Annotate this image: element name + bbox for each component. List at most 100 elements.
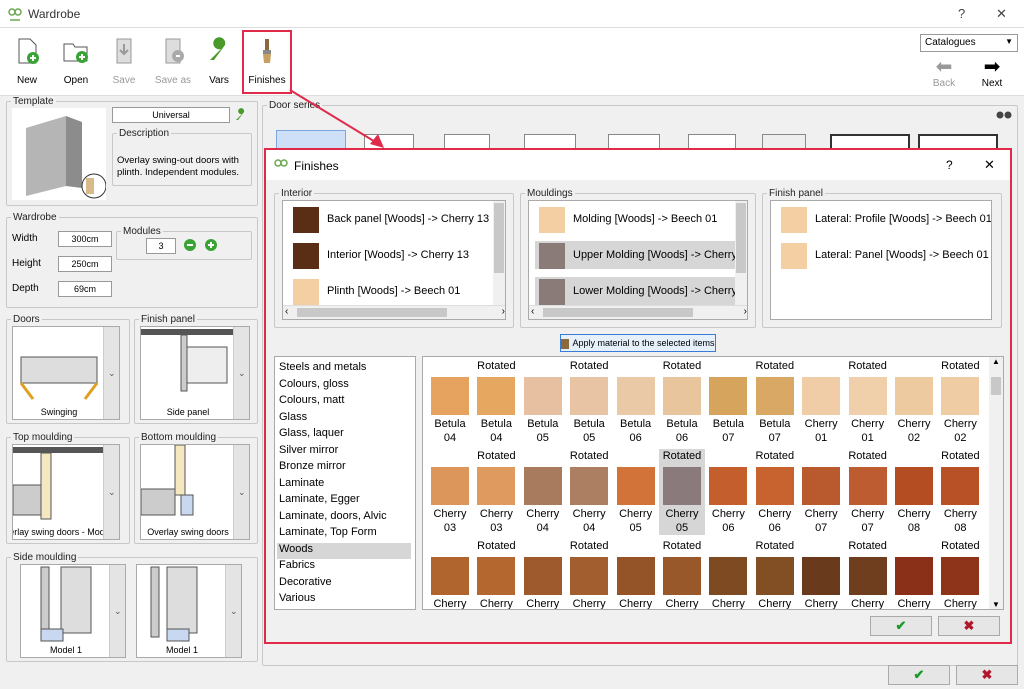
finish-panel-dropdown[interactable]: ⌄ [233, 327, 249, 419]
material-tile[interactable]: Cherry 08 [891, 449, 937, 535]
material-tile[interactable]: Rotated Cherry 03 [473, 449, 519, 535]
modules-field[interactable]: 3 [146, 238, 176, 254]
material-tile[interactable]: Betula 04 [427, 359, 473, 445]
vertical-scrollbar[interactable] [735, 201, 747, 307]
material-tile[interactable]: Rotated Betula 05 [566, 359, 612, 445]
material-tile[interactable]: Rotated Cherry [659, 539, 705, 609]
mouldings-item[interactable]: Lower Molding [Woods] -> Cherry [535, 277, 747, 305]
help-button[interactable]: ? [958, 6, 965, 21]
material-tile[interactable]: Rotated Cherry 06 [752, 449, 798, 535]
material-tile[interactable]: Cherry 06 [705, 449, 751, 535]
side-moulding-left-selector[interactable]: Model 1 ⌄ [20, 564, 126, 658]
category-item[interactable]: Glass, laquer [277, 427, 411, 443]
vertical-scrollbar[interactable] [493, 201, 505, 307]
category-item[interactable]: Woods [277, 542, 411, 559]
material-tile[interactable]: Cherry [427, 539, 473, 609]
template-preview[interactable] [12, 108, 106, 200]
material-tile[interactable]: Rotated Cherry [473, 539, 519, 609]
material-tile[interactable]: Cherry [613, 539, 659, 609]
finish-panel-item[interactable]: Lateral: Panel [Woods] -> Beech 01 [777, 241, 991, 269]
open-button[interactable]: Open [53, 34, 99, 94]
doors-dropdown[interactable]: ⌄ [103, 327, 119, 419]
apply-material-button[interactable]: Apply material to the selected items [560, 334, 716, 352]
material-tile[interactable]: Cherry 05 [613, 449, 659, 535]
ok-button[interactable]: ✔ [888, 665, 950, 685]
material-tile[interactable]: Cherry [520, 539, 566, 609]
catalogues-select[interactable]: Catalogues ▼ [920, 34, 1018, 52]
horizontal-scrollbar[interactable]: ‹ › [529, 305, 747, 319]
template-settings-wrench-icon[interactable] [234, 108, 248, 122]
material-tile[interactable]: Rotated Cherry [845, 539, 891, 609]
material-tile[interactable]: Rotated Cherry [566, 539, 612, 609]
vars-button[interactable]: Vars [196, 34, 242, 94]
material-tile[interactable]: Rotated Betula 04 [473, 359, 519, 445]
doors-selector[interactable]: Swinging ⌄ [12, 326, 120, 420]
material-tile[interactable]: Cherry [705, 539, 751, 609]
top-moulding-dropdown[interactable]: ⌄ [103, 445, 119, 539]
category-item[interactable]: Glass [277, 411, 411, 427]
vertical-scrollbar[interactable]: ▲ ▼ [989, 357, 1003, 609]
category-item[interactable]: Colours, matt [277, 394, 411, 410]
material-tile[interactable]: Cherry 03 [427, 449, 473, 535]
finishes-help-button[interactable]: ? [946, 158, 953, 172]
mouldings-item[interactable]: Upper Molding [Woods] -> Cherry [535, 241, 747, 269]
minus-icon[interactable] [183, 238, 197, 252]
material-tile[interactable]: Rotated Cherry 02 [937, 359, 983, 445]
category-item[interactable]: Laminate, Top Form [277, 526, 411, 542]
material-tile[interactable]: Cherry 02 [891, 359, 937, 445]
depth-field[interactable]: 69cm [58, 281, 112, 297]
side-moulding-right-dropdown[interactable]: ⌄ [225, 565, 241, 657]
material-tile[interactable]: Rotated Cherry 04 [566, 449, 612, 535]
back-button[interactable]: ⬅ Back [926, 56, 962, 89]
finishes-ok-button[interactable]: ✔ [870, 616, 932, 636]
horizontal-scrollbar[interactable]: ‹ › [283, 305, 505, 319]
material-tile[interactable]: Betula 06 [613, 359, 659, 445]
category-item[interactable]: Laminate, doors, Alvic [277, 510, 411, 526]
binoculars-icon[interactable] [996, 108, 1012, 120]
material-tile[interactable]: Rotated Cherry 05 [659, 449, 705, 535]
template-name-field[interactable]: Universal [112, 107, 230, 123]
finish-panel-item[interactable]: Lateral: Profile [Woods] -> Beech 01 [777, 205, 991, 233]
material-tile[interactable]: Rotated Betula 07 [752, 359, 798, 445]
close-button[interactable]: ✕ [996, 6, 1007, 22]
bottom-moulding-selector[interactable]: Overlay swing doors ⌄ [140, 444, 250, 540]
category-item[interactable]: Various [277, 592, 411, 608]
material-tile[interactable]: Betula 07 [705, 359, 751, 445]
save-button[interactable]: Save [101, 34, 147, 94]
finishes-button[interactable]: Finishes [242, 30, 292, 94]
category-item[interactable]: Fabrics [277, 559, 411, 575]
new-button[interactable]: New [4, 34, 50, 94]
material-tile[interactable]: Rotated Cherry 07 [845, 449, 891, 535]
interior-item[interactable]: Plinth [Woods] -> Beech 01 [289, 277, 505, 305]
category-item[interactable]: Colours, gloss [277, 378, 411, 394]
cancel-button[interactable]: ✖ [956, 665, 1018, 685]
finishes-cancel-button[interactable]: ✖ [938, 616, 1000, 636]
material-tile[interactable]: Rotated Cherry [937, 539, 983, 609]
side-moulding-left-dropdown[interactable]: ⌄ [109, 565, 125, 657]
material-tile[interactable]: Rotated Betula 06 [659, 359, 705, 445]
finish-panel-selector[interactable]: Side panel ⌄ [140, 326, 250, 420]
material-tile[interactable]: Cherry [891, 539, 937, 609]
interior-item[interactable]: Back panel [Woods] -> Cherry 13 [289, 205, 505, 233]
material-tile[interactable]: Cherry [798, 539, 844, 609]
interior-item[interactable]: Interior [Woods] -> Cherry 13 [289, 241, 505, 269]
category-item[interactable]: Laminate, Egger [277, 493, 411, 509]
top-moulding-selector[interactable]: erlay swing doors - Mod ⌄ [12, 444, 120, 540]
material-tile[interactable]: Cherry 01 [798, 359, 844, 445]
material-tile[interactable]: Rotated Cherry 08 [937, 449, 983, 535]
material-tile[interactable]: Rotated Cherry [752, 539, 798, 609]
side-moulding-right-selector[interactable]: Model 1 ⌄ [136, 564, 242, 658]
material-tile[interactable]: Rotated Cherry 01 [845, 359, 891, 445]
material-tile[interactable]: Betula 05 [520, 359, 566, 445]
category-item[interactable]: Decorative [277, 576, 411, 592]
finishes-close-button[interactable]: ✕ [984, 157, 995, 173]
category-item[interactable]: Laminate [277, 477, 411, 493]
width-field[interactable]: 300cm [58, 231, 112, 247]
plus-icon[interactable] [204, 238, 218, 252]
bottom-moulding-dropdown[interactable]: ⌄ [233, 445, 249, 539]
category-item[interactable]: Bronze mirror [277, 460, 411, 476]
category-item[interactable]: Steels and metals [277, 361, 411, 377]
mouldings-item[interactable]: Molding [Woods] -> Beech 01 [535, 205, 747, 233]
next-button[interactable]: ➡ Next [974, 56, 1010, 89]
height-field[interactable]: 250cm [58, 256, 112, 272]
